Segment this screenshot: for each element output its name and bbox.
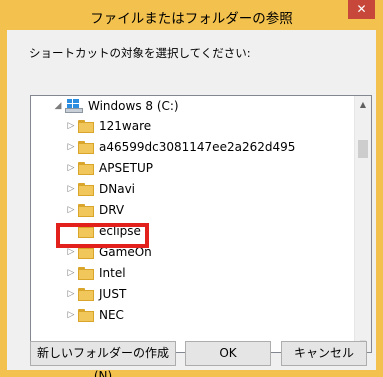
tree-item-label: Intel bbox=[99, 266, 126, 280]
chevron-right-icon[interactable]: ▷ bbox=[66, 263, 76, 283]
scroll-up-arrow-icon[interactable]: ▲ bbox=[355, 96, 371, 113]
close-button[interactable]: ✕ bbox=[348, 0, 375, 19]
cancel-button[interactable]: キャンセル bbox=[281, 341, 367, 366]
dialog-client-area: ショートカットの対象を選択してください: ◢ Windows 8 (C:) ▷ … bbox=[7, 30, 376, 370]
folder-icon bbox=[78, 162, 94, 175]
chevron-down-icon[interactable]: ◢ bbox=[53, 96, 63, 116]
tree-item-label: 121ware bbox=[99, 119, 152, 133]
browse-dialog: ファイルまたはフォルダーの参照 ✕ ショートカットの対象を選択してください: ◢… bbox=[0, 0, 383, 377]
tree-item-label: DNavi bbox=[99, 182, 136, 196]
tree-item-label: JUST bbox=[99, 287, 127, 301]
prompt-text: ショートカットの対象を選択してください: bbox=[29, 46, 251, 60]
chevron-right-icon[interactable]: ▷ bbox=[66, 137, 76, 157]
chevron-right-icon[interactable]: ▷ bbox=[66, 179, 76, 199]
folder-icon bbox=[78, 267, 94, 280]
chevron-right-icon[interactable]: ▷ bbox=[66, 200, 76, 220]
dialog-title: ファイルまたはフォルダーの参照 bbox=[90, 11, 293, 27]
folder-icon bbox=[78, 288, 94, 301]
tree-item-label: NEC bbox=[99, 308, 124, 322]
drive-icon bbox=[65, 99, 83, 113]
highlight-box bbox=[56, 223, 149, 248]
ok-button[interactable]: OK bbox=[185, 341, 271, 366]
folder-icon bbox=[78, 309, 94, 322]
chevron-right-icon[interactable]: ▷ bbox=[66, 116, 76, 136]
tree-root-label: Windows 8 (C:) bbox=[88, 99, 179, 113]
title-bar[interactable]: ファイルまたはフォルダーの参照 ✕ bbox=[0, 0, 383, 30]
tree-item-label: DRV bbox=[99, 203, 125, 217]
new-folder-button[interactable]: 新しいフォルダーの作成(N) bbox=[30, 341, 176, 377]
folder-icon bbox=[78, 183, 94, 196]
tree-item-label: APSETUP bbox=[99, 161, 153, 175]
chevron-right-icon[interactable]: ▷ bbox=[66, 284, 76, 304]
tree-item-label: a46599dc3081147ee2a262d495 bbox=[99, 140, 296, 154]
chevron-right-icon[interactable]: ▷ bbox=[66, 158, 76, 178]
scrollbar-thumb[interactable] bbox=[358, 140, 368, 158]
folder-icon bbox=[78, 120, 94, 133]
vertical-scrollbar[interactable]: ▲ ▼ bbox=[354, 96, 371, 352]
chevron-right-icon[interactable]: ▷ bbox=[66, 305, 76, 325]
folder-icon bbox=[78, 204, 94, 217]
folder-icon bbox=[78, 141, 94, 154]
